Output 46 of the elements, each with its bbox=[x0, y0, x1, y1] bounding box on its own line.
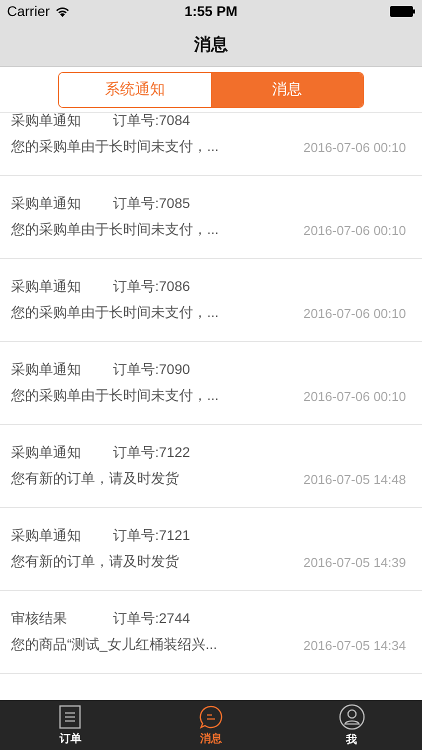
message-time: 2016-07-05 14:34 bbox=[303, 638, 406, 652]
message-row[interactable]: 采购单通知 订单号:7086 您的采购单由于长时间未支付，... 2016-07-06 00:10 bbox=[0, 259, 422, 342]
message-preview: 您的采购单由于长时间未支付，... bbox=[11, 304, 220, 322]
message-preview: 您有新的订单，请及时发货 bbox=[11, 553, 180, 571]
message-row[interactable]: 采购单通知 订单号:7122 您有新的订单，请及时发货 2016-07-05 14:48 bbox=[0, 425, 422, 508]
message-time: 2016-07-06 00:10 bbox=[303, 222, 406, 238]
message-type: 审核结果 bbox=[11, 610, 68, 628]
message-type: 采购单通知 bbox=[11, 113, 82, 130]
wifi-icon bbox=[54, 6, 70, 16]
message-preview: 您的商品“测试_女儿红桶装绍兴... bbox=[11, 636, 218, 654]
order-number: 订单号:7084 bbox=[113, 113, 190, 130]
message-time: 2016-07-05 14:48 bbox=[303, 472, 406, 486]
message-type: 采购单通知 bbox=[11, 195, 82, 213]
message-preview: 您有新的订单，请及时发货 bbox=[11, 470, 180, 488]
tab-bar-item[interactable]: 订单 bbox=[0, 700, 141, 750]
tab-bar-item[interactable]: 消息 bbox=[140, 700, 282, 750]
user-icon bbox=[338, 704, 365, 730]
message-row[interactable]: 审核结果 订单号:2744 您的商品“测试_女儿红桶装绍兴... 2016-07-05 14:34 bbox=[0, 591, 422, 674]
status-time: 1:55 PM bbox=[184, 3, 238, 19]
message-row[interactable]: 采购单通知 订单号:7084 您的采购单由于长时间未支付，... 2016-07-06 00:10 bbox=[0, 113, 422, 176]
page-title: 消息 bbox=[194, 34, 228, 56]
message-preview: 您的采购单由于长时间未支付，... bbox=[11, 138, 220, 156]
order-number: 订单号:7121 bbox=[113, 527, 190, 545]
message-time: 2016-07-06 00:10 bbox=[303, 306, 406, 320]
message-time: 2016-07-05 14:39 bbox=[303, 554, 406, 570]
order-number: 订单号:7090 bbox=[113, 361, 190, 379]
order-number: 订单号:7085 bbox=[113, 195, 190, 213]
message-type: 采购单通知 bbox=[11, 278, 82, 296]
battery-icon bbox=[390, 6, 415, 16]
order-number: 订单号:2744 bbox=[113, 610, 190, 628]
message-type: 采购单通知 bbox=[11, 361, 82, 379]
message-preview: 您的采购单由于长时间未支付，... bbox=[11, 221, 220, 239]
message-type: 采购单通知 bbox=[11, 444, 82, 462]
message-time: 2016-07-06 00:10 bbox=[303, 140, 406, 154]
chat-bubble-icon bbox=[199, 704, 223, 728]
order-number: 订单号:7122 bbox=[113, 444, 190, 462]
order-number: 订单号:7086 bbox=[113, 278, 190, 296]
message-time: 2016-07-06 00:10 bbox=[303, 388, 406, 404]
carrier-label: Carrier bbox=[7, 3, 50, 19]
message-preview: 您的采购单由于长时间未支付，... bbox=[11, 387, 220, 405]
message-type: 采购单通知 bbox=[11, 527, 82, 545]
message-row[interactable]: 采购单通知 订单号:7090 您的采购单由于长时间未支付，... 2016-07-06 00:10 bbox=[0, 342, 422, 425]
message-row[interactable]: 采购单通知 订单号:7085 您的采购单由于长时间未支付，... 2016-07-06 00:10 bbox=[0, 176, 422, 259]
tab-bar-item[interactable]: 我 bbox=[281, 700, 422, 750]
message-row[interactable]: 采购单通知 订单号:7121 您有新的订单，请及时发货 2016-07-05 14:39 bbox=[0, 508, 422, 591]
document-icon bbox=[59, 704, 82, 728]
